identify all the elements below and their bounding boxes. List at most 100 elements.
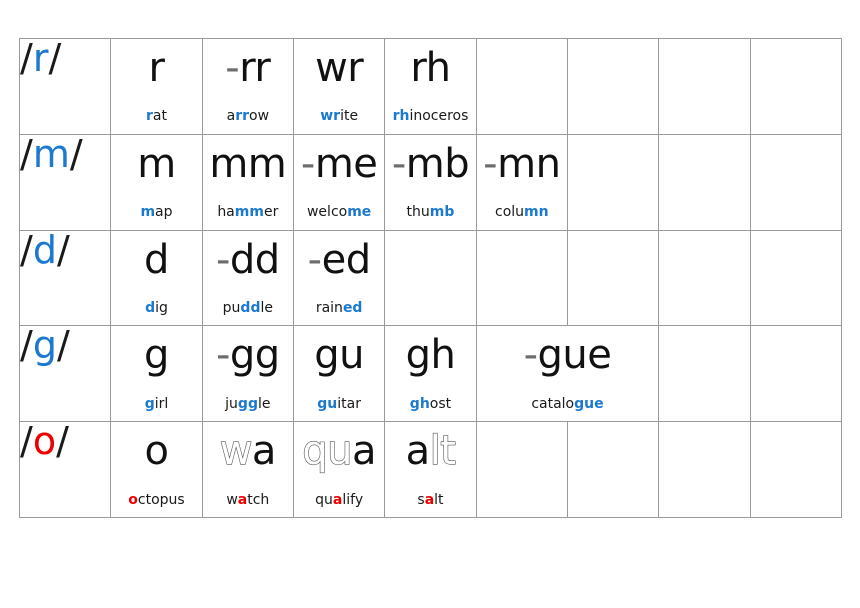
grapheme-dash: - xyxy=(391,140,406,187)
table-row: /o/o octopus wa watch qua qualify alt salt xyxy=(18,421,843,518)
grapheme-solid-part: o xyxy=(144,428,169,475)
grapheme-main: rh xyxy=(410,45,451,91)
grapheme-text: wr xyxy=(315,45,364,91)
grapheme-main: mn xyxy=(497,140,561,187)
grapheme-solid-part: a xyxy=(251,428,277,475)
example-word: arrow xyxy=(227,109,269,124)
grapheme-cell: -dd puddle xyxy=(201,229,294,327)
example-word: dig xyxy=(145,300,168,316)
example-word: rat xyxy=(146,109,167,124)
empty-cell xyxy=(566,133,660,231)
example-word: qualify xyxy=(315,491,364,508)
empty-cell xyxy=(658,421,751,518)
grapheme-text: mm xyxy=(209,143,286,185)
example-suffix: le xyxy=(260,300,273,316)
grapheme-text: -dd xyxy=(216,239,280,281)
grapheme-cell: o octopus xyxy=(110,421,203,518)
example-highlight: gh xyxy=(409,395,430,412)
grapheme-cell: qua qualify xyxy=(292,421,386,518)
grapheme-cell: g girl xyxy=(110,325,203,423)
example-highlight: me xyxy=(347,204,372,221)
grapheme-main: d xyxy=(144,236,169,283)
grapheme-outline-part: w xyxy=(219,428,253,475)
empty-cell xyxy=(566,421,660,518)
phoneme-cell: /m/ xyxy=(18,133,112,231)
empty-cell xyxy=(566,229,660,327)
example-highlight: rh xyxy=(392,108,410,125)
example-word: hammer xyxy=(217,205,278,220)
phoneme-core: g xyxy=(32,323,57,368)
example-highlight: a xyxy=(424,491,435,508)
example-prefix: ju xyxy=(225,395,238,412)
grapheme-outline-part: qu xyxy=(302,428,353,475)
grapheme-text: gu xyxy=(314,334,364,376)
phoneme-slash-open: / xyxy=(20,323,33,368)
grapheme-main: wr xyxy=(315,45,364,91)
grapheme-dash: - xyxy=(523,332,538,379)
example-highlight: a xyxy=(332,491,343,508)
example-prefix: w xyxy=(226,491,238,508)
empty-cell xyxy=(749,325,843,423)
phoneme-cell: /d/ xyxy=(18,227,112,327)
example-suffix: itar xyxy=(337,395,361,412)
phoneme-slash-open: / xyxy=(20,131,33,176)
grapheme-cell: wa watch xyxy=(201,421,294,518)
example-highlight: g xyxy=(144,395,155,412)
example-word: octopus xyxy=(128,491,185,508)
grapheme-main: mb xyxy=(405,140,470,187)
example-prefix: rain xyxy=(315,300,343,316)
example-word: thumb xyxy=(407,205,455,220)
example-suffix: irl xyxy=(154,395,169,412)
table-row: /r/r rat -rr arrow wr write rh rhinoceros xyxy=(18,38,843,135)
example-suffix: lify xyxy=(342,491,364,508)
empty-cell xyxy=(658,133,751,231)
grapheme-main: g xyxy=(144,332,169,379)
grapheme-cell: d dig xyxy=(110,229,203,327)
phoneme-slash-open: / xyxy=(20,227,33,272)
empty-cell xyxy=(749,229,843,327)
example-word: welcome xyxy=(307,205,371,220)
grapheme-dash: - xyxy=(300,140,315,187)
empty-cell xyxy=(658,229,751,327)
example-highlight: mm xyxy=(234,204,264,221)
grapheme-main: m xyxy=(137,140,176,187)
example-suffix: ctopus xyxy=(137,491,185,508)
example-suffix: ig xyxy=(155,300,168,316)
grapheme-solid-part: a xyxy=(352,428,377,475)
phoneme-core: o xyxy=(32,419,57,464)
grapheme-cell: m map xyxy=(110,133,203,231)
grapheme-cell: -me welcome xyxy=(292,133,386,231)
grapheme-outline-part: lt xyxy=(429,428,456,475)
example-prefix: ha xyxy=(217,204,235,221)
phoneme-cell: /o/ xyxy=(18,421,112,518)
table-row: /d/d dig -dd puddle -ed rained xyxy=(18,227,843,327)
example-suffix: ap xyxy=(155,204,173,221)
phoneme-label: /g/ xyxy=(20,326,110,364)
example-word: rained xyxy=(315,300,363,316)
grapheme-cell: gh ghost xyxy=(384,325,477,423)
phoneme-cell: /r/ xyxy=(18,38,112,135)
example-prefix: welco xyxy=(306,204,348,221)
grapheme-text: m xyxy=(137,140,176,187)
grapheme-main: me xyxy=(314,140,378,187)
phoneme-slash-close: / xyxy=(56,227,70,272)
empty-cell xyxy=(384,229,477,327)
grapheme-dash: - xyxy=(307,236,322,283)
empty-cell xyxy=(749,133,843,231)
example-suffix: inoceros xyxy=(409,108,469,125)
phoneme-label: /m/ xyxy=(20,135,110,173)
grapheme-main: gue xyxy=(537,332,612,379)
phoneme-cell: /g/ xyxy=(18,325,112,423)
grapheme-cell: -mn column xyxy=(475,133,568,231)
grapheme-cell: rh rhinoceros xyxy=(384,38,477,135)
phoneme-slash-close: / xyxy=(69,131,83,176)
phoneme-label: /o/ xyxy=(20,422,110,460)
example-word: puddle xyxy=(223,300,273,316)
grapheme-table: /r/r rat -rr arrow wr write rh rhinoceros /m/m m… xyxy=(18,38,843,518)
grapheme-dash: - xyxy=(225,45,240,91)
grapheme-cell: wr write xyxy=(292,38,386,135)
grapheme-text: d xyxy=(144,239,169,281)
grapheme-cell: -gg juggle xyxy=(201,325,294,423)
grapheme-text: -ed xyxy=(308,239,371,281)
example-highlight: o xyxy=(128,491,138,508)
